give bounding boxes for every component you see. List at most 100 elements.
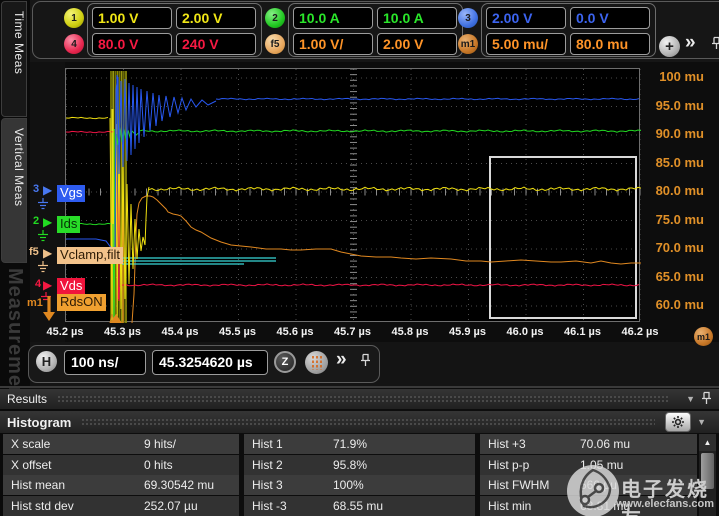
ch4-offset-field[interactable]: 240 V bbox=[176, 33, 256, 55]
ch4-axis-marker[interactable]: 4 bbox=[35, 279, 41, 290]
hist-param-value: 69.30542 mu bbox=[144, 475, 214, 495]
f5-level-arrow-icon[interactable]: ▶ bbox=[43, 247, 52, 259]
hist-table-col1: X scale9 hits/X offset0 hitsHist mean69.… bbox=[3, 434, 239, 516]
hist-param-value: 0 hits bbox=[144, 455, 173, 475]
timebase-position-field[interactable]: 45.3254620 µs bbox=[152, 350, 268, 375]
hist-param-label: Hist 1 bbox=[252, 434, 283, 454]
f5-scale-field[interactable]: 1.00 V/ bbox=[293, 33, 373, 55]
ch3-level-arrow-icon[interactable]: ▶ bbox=[43, 184, 52, 196]
y-axis-label: 70.0 mu bbox=[644, 240, 704, 256]
y-axis-label: 60.0 mu bbox=[644, 297, 704, 313]
ch2-offset-field[interactable]: 10.0 A bbox=[377, 7, 457, 29]
hist-param-value: 95.8% bbox=[333, 455, 367, 475]
hist-row: Hist 3 100% bbox=[244, 475, 475, 495]
tab-vertical-meas[interactable]: Vertical Meas bbox=[1, 118, 27, 263]
y-axis-label: 80.0 mu bbox=[644, 183, 704, 199]
histogram-collapse-arrow-icon[interactable]: ▼ bbox=[697, 417, 706, 427]
results-collapse-arrow-icon[interactable]: ▼ bbox=[686, 394, 695, 404]
ch3-ground-icon bbox=[37, 198, 49, 216]
m1-offset-field[interactable]: 80.0 mu bbox=[570, 33, 650, 55]
toolbar-expand-chevron-icon[interactable]: » bbox=[685, 33, 696, 53]
zoom-button[interactable]: Z bbox=[274, 351, 296, 373]
ch1-badge[interactable]: 1 bbox=[64, 8, 84, 28]
trace-label-vgs[interactable]: Vgs bbox=[57, 185, 85, 202]
hist-row: X offset0 hits bbox=[3, 455, 239, 475]
trace-vds bbox=[66, 131, 114, 132]
histogram-title: Histogram bbox=[7, 415, 71, 430]
trace-ids bbox=[140, 130, 641, 132]
timebase-expand-chevron-icon[interactable]: » bbox=[336, 350, 347, 370]
timebase-pin-icon[interactable] bbox=[360, 353, 371, 372]
channel-toolbar: 1 4 1.00 V 2.00 V 80.0 V 240 V 2 f5 10.0… bbox=[30, 0, 719, 62]
x-axis-label: 45.8 µs bbox=[383, 325, 437, 339]
hist-param-label: Hist p-p bbox=[488, 455, 529, 475]
trace-label-vclamp[interactable]: Vclamp,filt bbox=[57, 247, 123, 264]
f5-ground-icon bbox=[37, 261, 49, 279]
hist-param-label: Hist -3 bbox=[252, 496, 287, 516]
m1-axis-owner-badge[interactable]: m1 bbox=[694, 327, 713, 346]
m1-badge[interactable]: m1 bbox=[458, 34, 478, 54]
trace-ch1 bbox=[149, 187, 641, 191]
hist-param-value: 100% bbox=[333, 475, 364, 495]
trace-vds bbox=[120, 284, 639, 286]
tab-time-meas[interactable]: Time Meas bbox=[1, 1, 27, 117]
hist-row: Hist 295.8% bbox=[244, 455, 475, 475]
hist-row: Hist 1 71.9% bbox=[244, 434, 475, 454]
ch3-axis-marker[interactable]: 3 bbox=[33, 184, 39, 195]
y-axis-label: 100 mu bbox=[644, 69, 704, 85]
x-axis-label: 46.1 µs bbox=[556, 325, 610, 339]
hist-param-value: 252.07 µu bbox=[144, 496, 198, 516]
trace-label-vds[interactable]: Vds bbox=[57, 278, 85, 295]
hist-param-value: 9 hits/ bbox=[144, 434, 176, 454]
m1-axis-marker[interactable]: m1 bbox=[27, 298, 43, 309]
m1-scale-field[interactable]: 5.00 mu/ bbox=[486, 33, 566, 55]
ch2-axis-marker[interactable]: 2 bbox=[33, 216, 39, 227]
m1-offscreen-arrow-icon[interactable] bbox=[42, 296, 56, 327]
x-axis-label: 45.3 µs bbox=[96, 325, 150, 339]
ch1-scale-field[interactable]: 1.00 V bbox=[92, 7, 172, 29]
hist-param-label: Hist FWHM bbox=[488, 475, 549, 495]
toolbar-pin-icon[interactable] bbox=[711, 36, 719, 55]
ch4-level-arrow-icon[interactable]: ▶ bbox=[43, 279, 52, 291]
watermark-leaf-logo bbox=[566, 464, 620, 516]
timebase-scale-field[interactable]: 100 ns/ bbox=[64, 350, 146, 375]
histogram-header[interactable]: Histogram ▼ bbox=[0, 411, 719, 433]
f5-offset-field[interactable]: 2.00 V bbox=[377, 33, 457, 55]
trace-vgs bbox=[216, 98, 639, 100]
ch3-badge[interactable]: 3 bbox=[458, 8, 478, 28]
trace-rdson bbox=[132, 196, 641, 323]
waveform-plot-canvas[interactable] bbox=[65, 68, 640, 322]
x-axis-label: 45.5 µs bbox=[211, 325, 265, 339]
panel-divider bbox=[0, 386, 719, 388]
add-trace-button[interactable]: + bbox=[659, 36, 680, 57]
ch3-scale-field[interactable]: 2.00 V bbox=[486, 7, 566, 29]
f5-badge[interactable]: f5 bbox=[265, 34, 285, 54]
x-axis-label: 45.4 µs bbox=[153, 325, 207, 339]
ch4-scale-field[interactable]: 80.0 V bbox=[92, 33, 172, 55]
y-axis-label: 95.0 mu bbox=[644, 98, 704, 114]
hist-param-value: 70.06 mu bbox=[580, 434, 630, 454]
oscilloscope-app: Time Meas Vertical Meas Measurement 1 4 … bbox=[0, 0, 719, 516]
hist-param-label: Hist 3 bbox=[252, 475, 283, 495]
results-title: Results bbox=[7, 392, 47, 406]
histogram-cursors-button[interactable] bbox=[305, 351, 328, 374]
waveform-svg bbox=[66, 69, 641, 323]
results-pin-icon[interactable] bbox=[701, 391, 712, 408]
ch2-scale-field[interactable]: 10.0 A bbox=[293, 7, 373, 29]
ch2-level-arrow-icon[interactable]: ▶ bbox=[43, 216, 52, 228]
ch1-offset-field[interactable]: 2.00 V bbox=[176, 7, 256, 29]
hist-table-col2: Hist 1 71.9%Hist 295.8%Hist 3 100%Hist -36… bbox=[244, 434, 475, 516]
f5-axis-marker[interactable]: f5 bbox=[29, 247, 39, 258]
trace-label-ids[interactable]: Ids bbox=[57, 216, 80, 233]
hist-row: Hist -368.55 mu bbox=[244, 496, 475, 516]
scroll-up-arrow-icon[interactable]: ▲ bbox=[699, 434, 716, 451]
histogram-settings-button[interactable] bbox=[665, 412, 691, 432]
ch3-offset-field[interactable]: 0.0 V bbox=[570, 7, 650, 29]
ch2-badge[interactable]: 2 bbox=[265, 8, 285, 28]
ch4-badge[interactable]: 4 bbox=[64, 34, 84, 54]
hist-param-value: 71.9% bbox=[333, 434, 367, 454]
trace-label-rdson[interactable]: RdsON bbox=[57, 294, 106, 311]
horizontal-settings-button[interactable]: H bbox=[36, 351, 57, 372]
y-axis: 100 mu95.0 mu90.0 mu85.0 mu80.0 mu75.0 m… bbox=[644, 68, 704, 322]
results-header[interactable]: Results ▼ bbox=[0, 389, 719, 409]
